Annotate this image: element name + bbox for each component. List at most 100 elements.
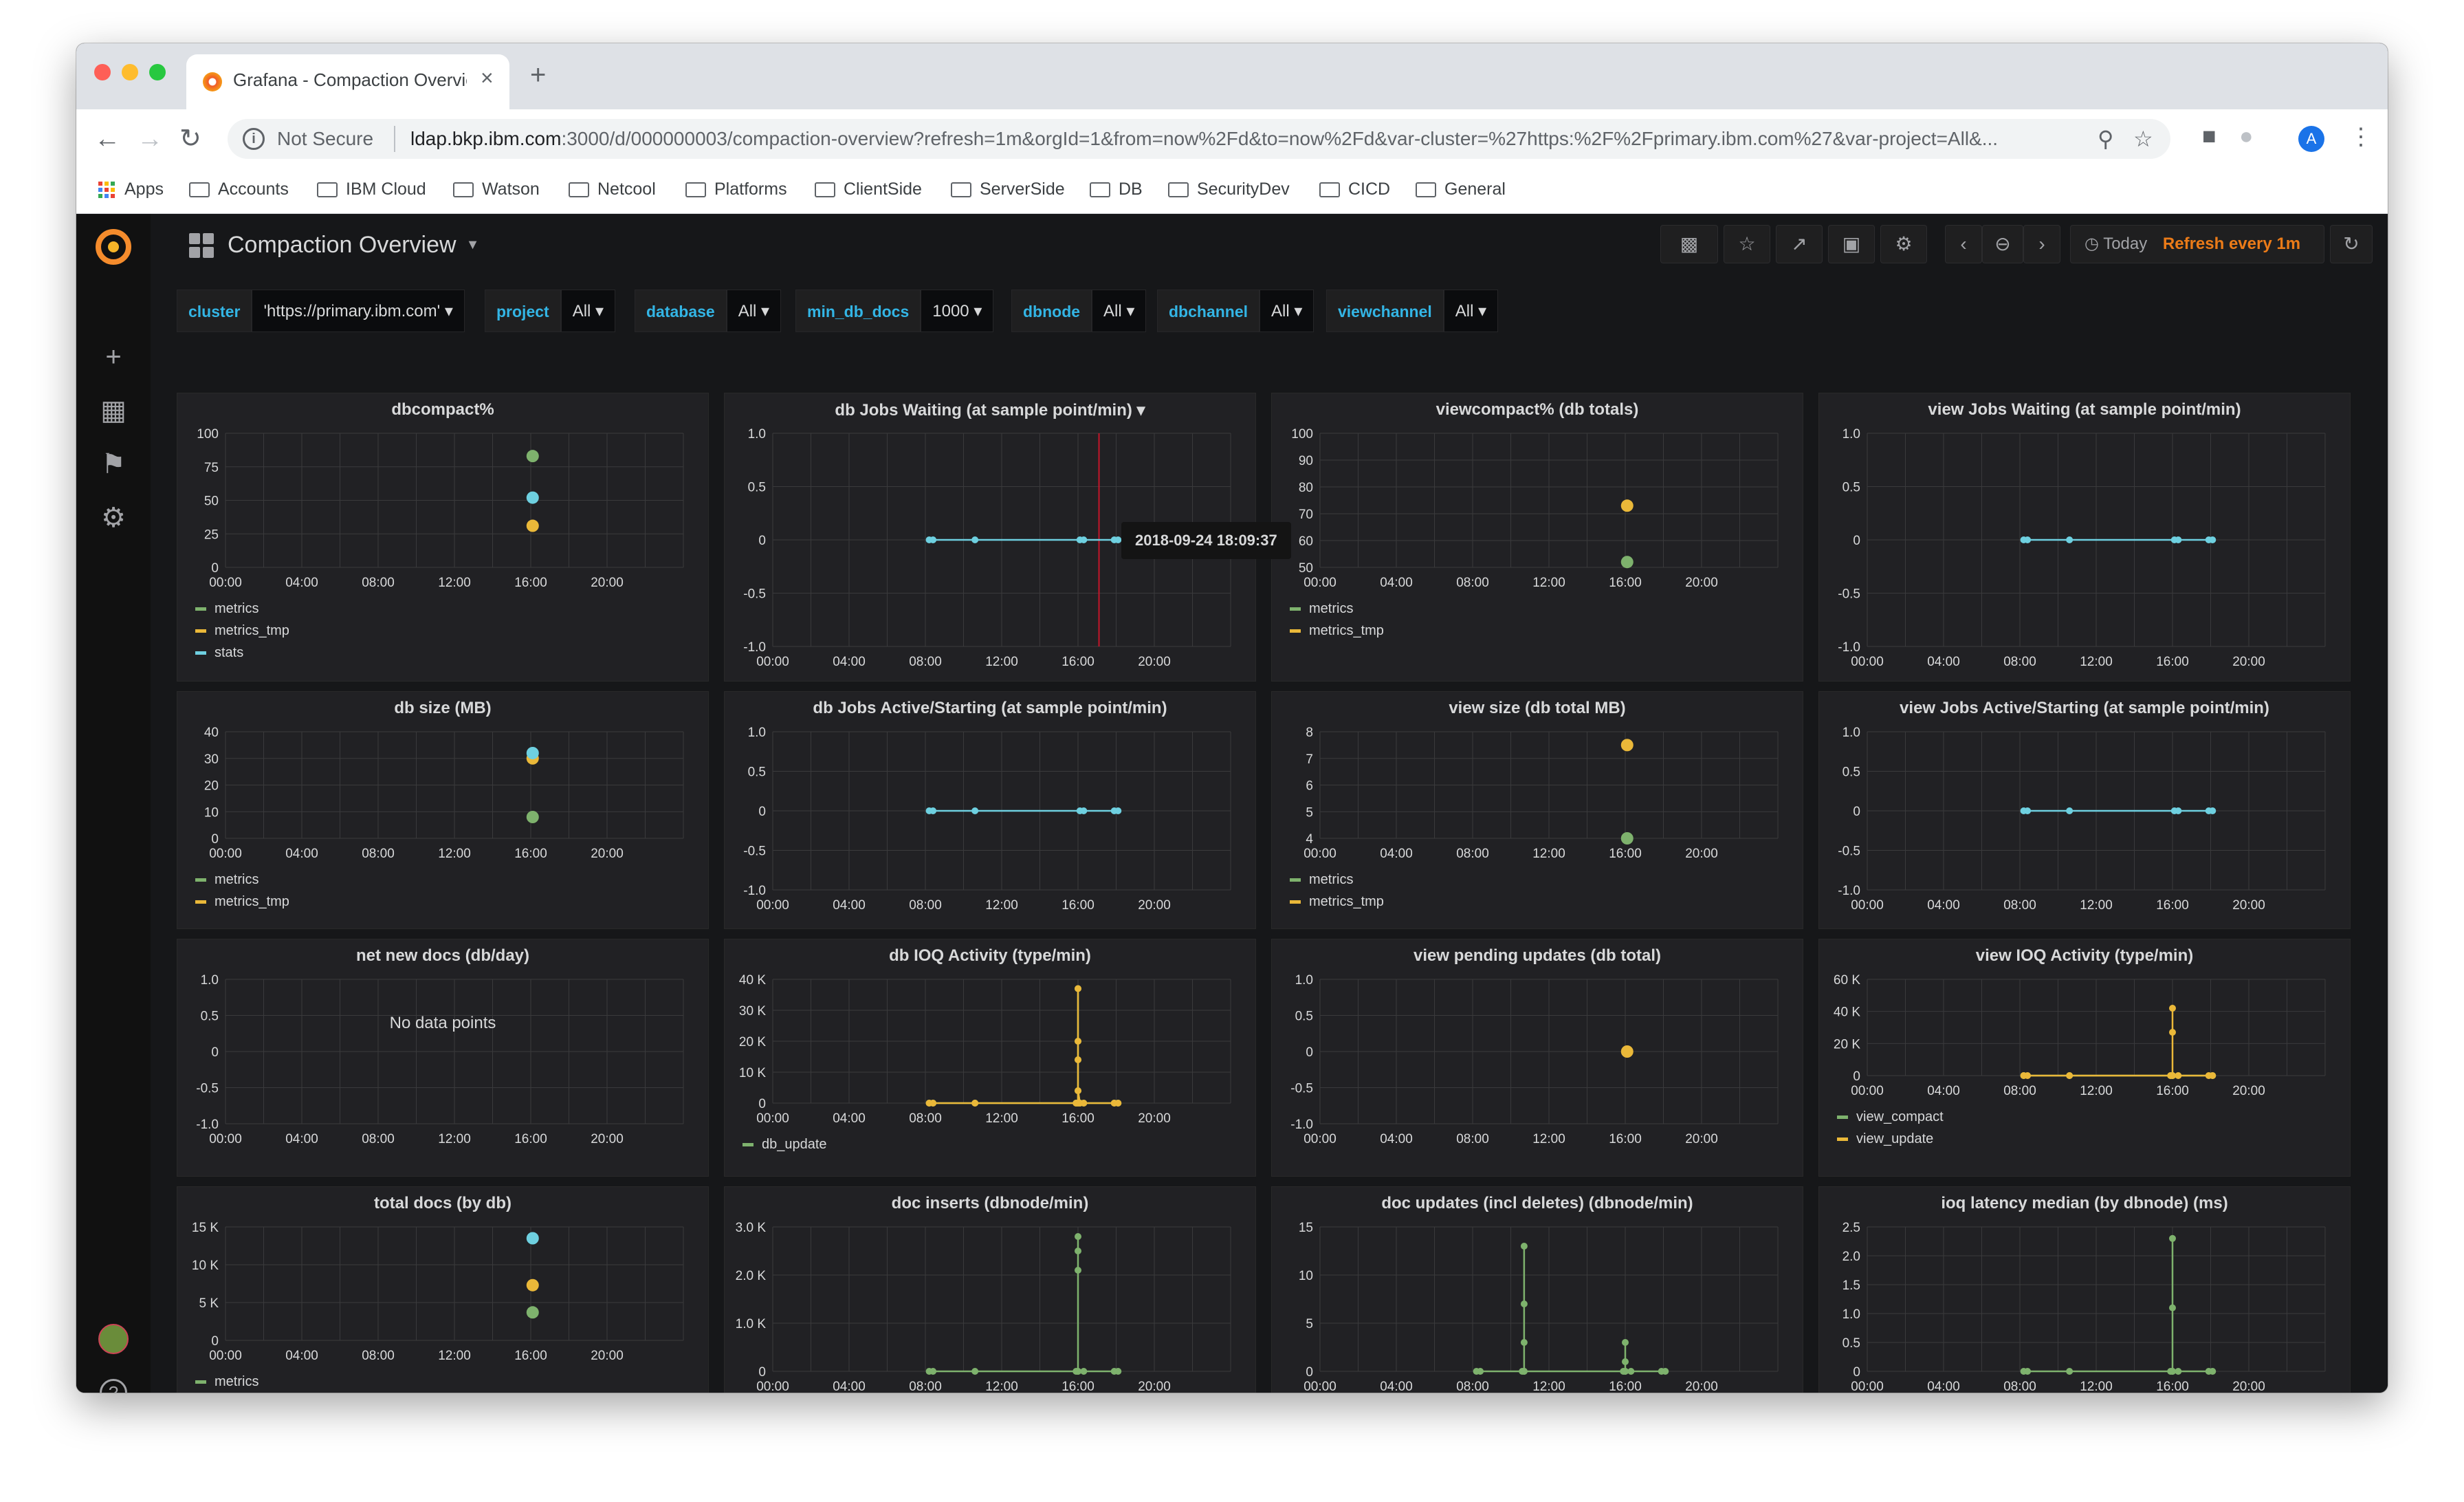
configuration-gear-icon[interactable]: ⚙ (98, 503, 129, 533)
close-window-button[interactable] (94, 64, 111, 80)
y-tick-label: -1.0 (1838, 640, 1860, 655)
y-tick-label: 10 K (192, 1259, 219, 1273)
tab-close-icon[interactable]: × (481, 65, 494, 91)
variable-dropdown[interactable]: 'https://primary.ibm.com' ▾ (252, 290, 465, 332)
bookmark-star-icon[interactable]: ☆ (2133, 126, 2153, 152)
legend-label: metrics_tmp (214, 622, 289, 638)
info-icon[interactable]: i (243, 128, 265, 150)
legend-item[interactable]: metrics (195, 869, 289, 891)
bookmark-folder[interactable]: Netcool (569, 179, 656, 199)
address-bar[interactable]: i Not Secure ldap.bkp.ibm.com:3000/d/000… (228, 119, 2170, 159)
panel-p9[interactable]: net new docs (db/day) 1.0 0.5 0 -0.5 -1.0 00:0… (177, 939, 709, 1177)
bookmark-folder[interactable]: SecurityDev (1168, 179, 1290, 199)
y-tick-label: 0 (1853, 534, 1860, 548)
legend-item[interactable]: metrics (1290, 598, 1384, 620)
bookmark-folder[interactable]: Platforms (685, 179, 787, 199)
variable-dropdown[interactable]: All ▾ (726, 290, 782, 332)
panel-p10[interactable]: db IOQ Activity (type/min) 40 K 30 K 20 K 10… (724, 939, 1256, 1177)
zoom-search-icon[interactable]: ⚲ (2098, 126, 2113, 152)
time-forward-button[interactable]: › (2023, 225, 2060, 263)
maximize-window-button[interactable] (149, 64, 166, 80)
save-dashboard-button[interactable]: ▣ (1828, 225, 1875, 263)
alerting-bell-icon[interactable]: ⚑ (98, 449, 129, 479)
panel-p15[interactable]: doc updates (incl deletes) (dbnode/min) 1… (1271, 1186, 1803, 1393)
panel-p4[interactable]: view Jobs Waiting (at sample point/min) 1… (1818, 393, 2351, 682)
time-back-button[interactable]: ‹ (1945, 225, 1982, 263)
share-dashboard-button[interactable]: ↗ (1776, 225, 1823, 263)
legend-item[interactable]: metrics_tmp (195, 620, 289, 642)
new-tab-button[interactable]: + (530, 61, 546, 89)
back-icon[interactable]: ← (94, 122, 120, 156)
panel-p16[interactable]: ioq latency median (by dbnode) (ms) 2.5 2.… (1818, 1186, 2351, 1393)
panel-p8[interactable]: view Jobs Active/Starting (at sample poi… (1818, 691, 2351, 929)
extension-circle-icon[interactable]: ● (2239, 123, 2254, 150)
variable-dropdown[interactable]: All ▾ (1443, 290, 1499, 332)
panel-p14[interactable]: doc inserts (dbnode/min) 3.0 K 2.0 K 1.0 K0… (724, 1186, 1256, 1393)
chrome-menu-icon[interactable]: ⋮ (2349, 123, 2373, 151)
reload-icon[interactable]: ↻ (179, 122, 201, 156)
refresh-button[interactable]: ↻ (2330, 225, 2373, 263)
x-tick-label: 08:00 (362, 576, 395, 590)
legend-item[interactable]: view_compact (1837, 1106, 1944, 1128)
bookmark-folder[interactable]: DB (1090, 179, 1143, 199)
dashboard-title[interactable]: Compaction Overview ▼ (189, 232, 479, 259)
variable-dropdown[interactable]: 1000 ▾ (921, 290, 994, 332)
legend-item[interactable]: metrics (195, 1371, 289, 1393)
x-tick-label: 16:00 (1062, 655, 1094, 669)
star-dashboard-button[interactable]: ☆ (1724, 225, 1770, 263)
bookmark-folder[interactable]: ServerSide (951, 179, 1065, 199)
panel-p3[interactable]: viewcompact% (db totals) 100 90 80 70 60 50 00:… (1271, 393, 1803, 682)
user-avatar[interactable] (98, 1324, 129, 1354)
panel-p6[interactable]: db Jobs Active/Starting (at sample point… (724, 691, 1256, 929)
panel-p5[interactable]: db size (MB) 40 30 20 10 0 00:00 04:00 08:00 12:0… (177, 691, 709, 929)
add-panel-button[interactable]: ▩ (1660, 225, 1718, 263)
y-tick-label: -0.5 (1838, 587, 1860, 602)
bookmark-folder[interactable]: IBM Cloud (317, 179, 426, 199)
x-tick-label: 00:00 (756, 655, 789, 669)
minimize-window-button[interactable] (122, 64, 138, 80)
forward-icon[interactable]: → (137, 122, 163, 156)
help-icon[interactable]: ? (100, 1379, 127, 1393)
legend-item[interactable]: stats (195, 642, 289, 664)
data-point (2024, 1072, 2032, 1079)
profile-avatar[interactable]: A (2298, 126, 2324, 152)
legend-item[interactable]: metrics_tmp (195, 891, 289, 913)
time-picker[interactable]: ◷ Today Refresh every 1m (2070, 225, 2324, 263)
legend-item[interactable]: metrics_tmp (1290, 620, 1384, 642)
bookmark-folder[interactable]: CICD (1319, 179, 1390, 199)
grafana-logo-icon[interactable] (96, 229, 131, 265)
panel-p1[interactable]: dbcompact% 100 75 50 25 0 00:00 04:00 08:00 12:00… (177, 393, 709, 682)
panel-p7[interactable]: view size (db total MB) 8 7 6 5 4 00:00 04:00 08… (1271, 691, 1803, 929)
panel-p11[interactable]: view pending updates (db total) 1.0 0.5 0 -0… (1271, 939, 1803, 1177)
variable-dropdown[interactable]: All ▾ (1092, 290, 1147, 332)
bookmark-folder[interactable]: Watson (453, 179, 540, 199)
legend-item[interactable]: metrics_tmp (1290, 891, 1384, 913)
bookmark-folder[interactable]: Accounts (189, 179, 289, 199)
y-tick-label: -0.5 (196, 1082, 219, 1096)
x-tick-label: 00:00 (1851, 1084, 1884, 1098)
create-plus-icon[interactable]: + (98, 342, 129, 372)
dashboard-settings-button[interactable]: ⚙ (1880, 225, 1927, 263)
bookmark-folder[interactable]: ClientSide (815, 179, 922, 199)
browser-tab[interactable]: Grafana - Compaction Overview × (186, 54, 509, 109)
panel-p12[interactable]: view IOQ Activity (type/min) 60 K 40 K 20 K… (1818, 939, 2351, 1177)
zoom-out-button[interactable]: ⊖ (1982, 225, 2023, 263)
side-menu: + ▦ ⚑ ⚙ ? (76, 214, 151, 1393)
bookmark-apps[interactable]: Apps (98, 179, 164, 199)
y-tick-label: -0.5 (1290, 1082, 1313, 1096)
dashboards-grid-icon[interactable]: ▦ (98, 395, 129, 426)
variable-dropdown[interactable]: All ▾ (1260, 290, 1314, 332)
legend-item[interactable]: db_update (742, 1133, 827, 1155)
variable-dropdown[interactable]: All ▾ (560, 290, 616, 332)
legend-item[interactable]: metrics (195, 598, 289, 620)
y-tick-label: -1.0 (1838, 884, 1860, 898)
legend-item[interactable]: metrics (1290, 869, 1384, 891)
x-tick-label: 16:00 (1609, 1132, 1642, 1146)
x-tick-label: 04:00 (1927, 1084, 1960, 1098)
bookmark-folder[interactable]: General (1416, 179, 1506, 199)
extension-icon[interactable]: ■ (2202, 123, 2216, 150)
data-point (2209, 536, 2216, 543)
panel-p13[interactable]: total docs (by db) 15 K 10 K5 K 0 00:00 04:00… (177, 1186, 709, 1393)
legend-item[interactable]: view_update (1837, 1128, 1944, 1150)
url-text[interactable]: ldap.bkp.ibm.com:3000/d/000000003/compac… (410, 128, 2095, 150)
